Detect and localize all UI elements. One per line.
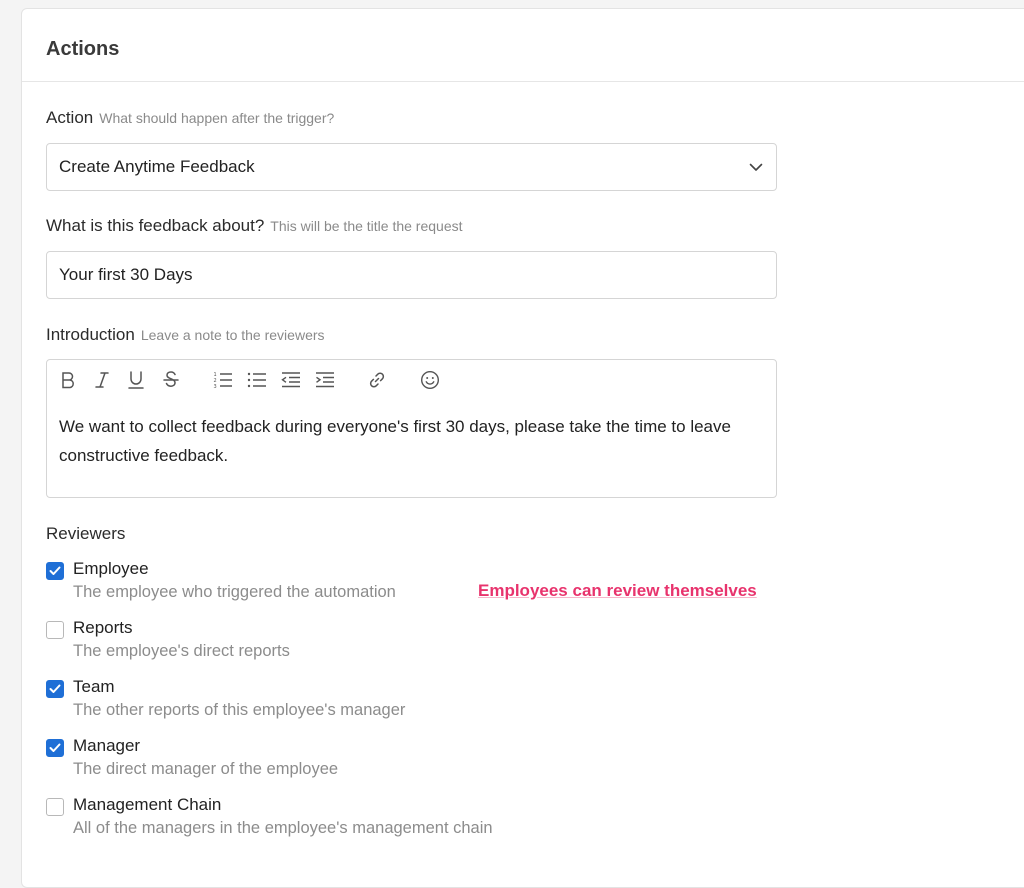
reviewers-label: Reviewers (46, 524, 126, 543)
team-checkbox[interactable] (46, 680, 64, 698)
introduction-editor[interactable]: 123 We want to collect feedback during e… (46, 359, 777, 498)
about-input[interactable] (46, 251, 777, 299)
bullet-list-icon[interactable] (245, 368, 269, 392)
about-label: What is this feedback about? (46, 216, 265, 235)
action-select-value: Create Anytime Feedback (59, 157, 255, 176)
action-label: Action (46, 108, 94, 127)
about-hint: This will be the title the request (270, 218, 463, 234)
reviewer-reports: Reports The employee's direct reports (46, 618, 786, 668)
actions-card: Actions Action What should happen after t… (21, 8, 1024, 888)
introduction-hint: Leave a note to the reviewers (140, 327, 325, 343)
svg-text:3: 3 (214, 384, 217, 389)
section-title: Actions (46, 38, 120, 60)
team-name: Team (73, 677, 115, 696)
strikethrough-icon[interactable] (159, 368, 183, 392)
indent-icon[interactable] (313, 368, 337, 392)
management-chain-checkbox[interactable] (46, 798, 64, 816)
reviewer-team: Team The other reports of this employee'… (46, 677, 786, 727)
employees-review-annotation: Employees can review themselves (478, 581, 757, 600)
section-divider (22, 81, 1024, 82)
manager-checkbox[interactable] (46, 739, 64, 757)
introduction-body[interactable]: We want to collect feedback during every… (59, 412, 756, 470)
team-description: The other reports of this employee's man… (73, 701, 406, 719)
action-hint: What should happen after the trigger? (99, 110, 335, 126)
management-chain-name: Management Chain (73, 795, 222, 814)
reports-description: The employee's direct reports (73, 642, 290, 660)
ordered-list-icon[interactable]: 123 (211, 368, 235, 392)
reports-checkbox[interactable] (46, 621, 64, 639)
chevron-down-icon (748, 159, 764, 175)
reviewer-manager: Manager The direct manager of the employ… (46, 736, 786, 786)
link-icon[interactable] (365, 368, 389, 392)
emoji-icon[interactable] (418, 368, 442, 392)
editor-toolbar: 123 (47, 360, 776, 400)
action-field-label: Action What should happen after the trigg… (46, 108, 334, 128)
introduction-label: Introduction (46, 325, 135, 344)
bold-icon[interactable] (56, 368, 80, 392)
employee-checkbox[interactable] (46, 562, 64, 580)
employee-description: The employee who triggered the automatio… (73, 583, 396, 601)
action-select[interactable]: Create Anytime Feedback (46, 143, 777, 191)
reviewer-management-chain: Management Chain All of the managers in … (46, 795, 786, 845)
management-chain-description: All of the managers in the employee's ma… (73, 819, 493, 837)
italic-icon[interactable] (90, 368, 114, 392)
outdent-icon[interactable] (279, 368, 303, 392)
reports-name: Reports (73, 618, 133, 637)
underline-icon[interactable] (124, 368, 148, 392)
about-field-label: What is this feedback about? This will be… (46, 216, 463, 236)
manager-name: Manager (73, 736, 141, 755)
employee-name: Employee (73, 559, 149, 578)
introduction-field-label: Introduction Leave a note to the reviewer… (46, 325, 325, 345)
manager-description: The direct manager of the employee (73, 760, 339, 778)
